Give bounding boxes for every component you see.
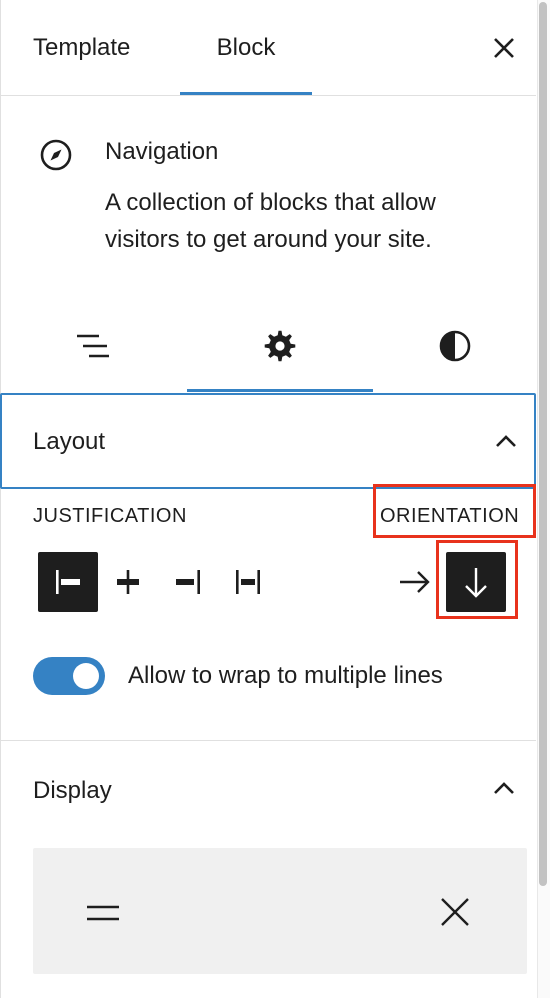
- arrow-right-icon: [400, 571, 430, 593]
- justify-right-icon: [176, 570, 200, 594]
- justify-center-button[interactable]: [98, 552, 158, 612]
- active-tab-indicator: [180, 92, 312, 95]
- half-circle-contrast-icon: [439, 330, 470, 362]
- justify-space-between-button[interactable]: [218, 552, 278, 612]
- block-inspector-panel: Template Block Navigation A collection o…: [0, 0, 550, 998]
- block-description: A collection of blocks that allow visito…: [105, 189, 436, 253]
- layout-panel-title: Layout: [33, 428, 106, 455]
- close-icon[interactable]: [437, 894, 473, 930]
- tab-settings[interactable]: [187, 300, 373, 392]
- justify-right-button[interactable]: [158, 552, 218, 612]
- compass-icon: [38, 137, 74, 173]
- display-panel-title: Display: [33, 777, 112, 804]
- justify-left-button[interactable]: [38, 552, 98, 612]
- active-subtab-indicator: [187, 389, 373, 392]
- tab-styles[interactable]: [373, 300, 536, 392]
- tab-template[interactable]: Template: [33, 0, 130, 96]
- wrap-toggle-label: Allow to wrap to multiple lines: [128, 662, 443, 689]
- sidebar-header: Template Block: [0, 0, 536, 96]
- tab-list-view[interactable]: [0, 300, 186, 392]
- tab-block[interactable]: Block: [180, 0, 312, 96]
- close-icon: [494, 38, 514, 58]
- display-preview: [33, 848, 527, 974]
- block-title: Navigation: [105, 138, 219, 165]
- chevron-up-icon: [496, 435, 516, 447]
- scrollbar-track[interactable]: [537, 0, 550, 998]
- toggle-knob: [73, 663, 99, 689]
- scrollbar-thumb[interactable]: [539, 2, 547, 886]
- orientation-button-highlight: [436, 540, 518, 619]
- hamburger-menu-icon[interactable]: [85, 895, 121, 931]
- layout-panel-toggle[interactable]: Layout: [0, 393, 536, 489]
- gear-icon: [264, 330, 296, 362]
- chevron-up-icon[interactable]: [490, 775, 518, 803]
- justify-space-between-icon: [236, 570, 260, 594]
- justify-left-icon: [56, 570, 80, 594]
- justify-center-icon: [117, 570, 139, 594]
- orientation-horizontal-button[interactable]: [384, 552, 444, 612]
- wrap-toggle[interactable]: [33, 657, 105, 695]
- close-sidebar-button[interactable]: [488, 32, 520, 64]
- section-divider: [0, 740, 536, 741]
- orientation-label-highlight: [373, 484, 536, 538]
- justification-label: JUSTIFICATION: [33, 505, 187, 527]
- list-view-icon: [77, 334, 109, 358]
